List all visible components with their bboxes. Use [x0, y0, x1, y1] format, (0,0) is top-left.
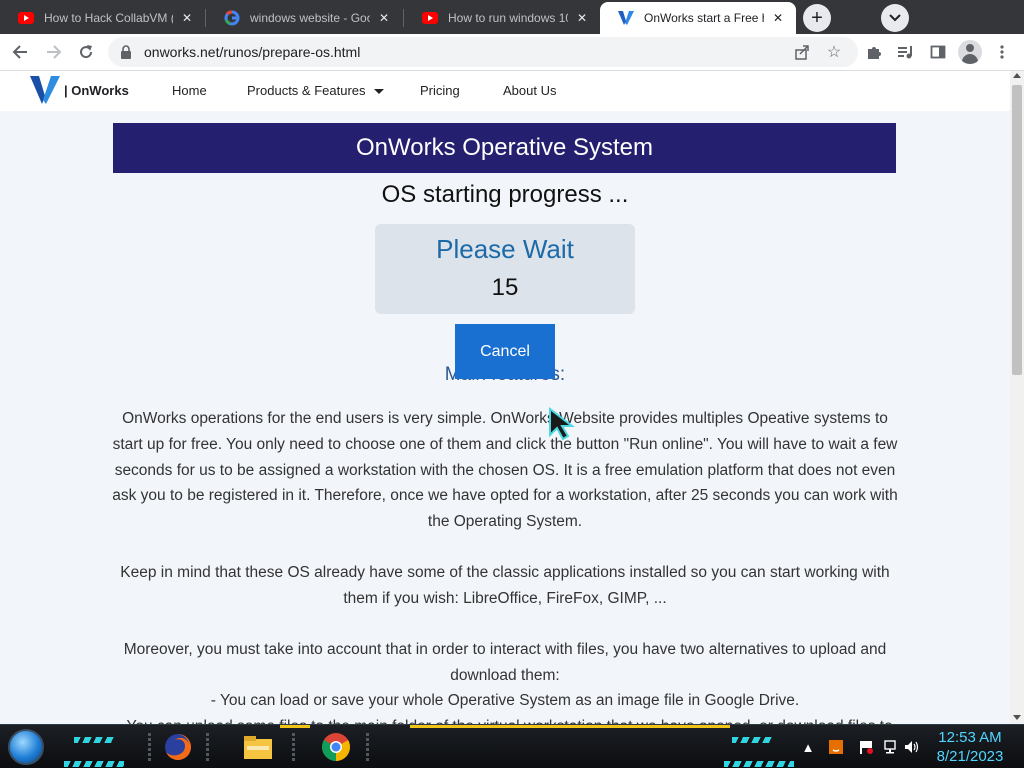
wait-box: Please Wait 15 [375, 224, 635, 314]
profile-avatar[interactable] [958, 40, 982, 64]
chevron-down-icon [889, 14, 901, 22]
files-paragraph: Moreover, you must take into account tha… [123, 641, 887, 684]
reload-button[interactable] [72, 38, 100, 66]
drive-paragraph: - You can load or save your whole Operat… [210, 692, 800, 709]
nav-pricing[interactable]: Pricing [420, 83, 460, 98]
extensions-puzzle-icon[interactable] [862, 40, 886, 64]
close-icon[interactable]: ✕ [574, 10, 590, 26]
action-center-flag-icon[interactable] [858, 739, 874, 755]
menu-kebab-icon[interactable] [990, 40, 1014, 64]
taskbar: ▲ 12:53 AM 8/21/2023 [0, 724, 1024, 768]
taskbar-divider [148, 733, 151, 761]
taskbar-divider [292, 733, 295, 761]
url-text: onworks.net/runos/prepare-os.html [144, 44, 361, 60]
wait-label: Please Wait [436, 234, 574, 264]
tab-title: How to Hack CollabVM (F [44, 11, 173, 25]
tab-collabvm[interactable]: How to Hack CollabVM (F ✕ [0, 2, 205, 34]
new-tab-button[interactable]: + [803, 4, 831, 32]
page-scrollbar[interactable] [1010, 71, 1024, 724]
taskbar-divider [206, 733, 209, 761]
file-explorer-icon[interactable] [242, 731, 274, 763]
browser-toolbar: onworks.net/runos/prepare-os.html ☆ [0, 34, 1024, 71]
share-icon[interactable] [792, 42, 812, 62]
close-icon[interactable]: ✕ [376, 10, 392, 26]
upload-paragraph: - You can upload some files to the main … [105, 714, 905, 724]
taskbar-decoration [74, 737, 114, 743]
forward-button[interactable] [40, 38, 68, 66]
onworks-logo-icon [30, 76, 60, 104]
google-icon [224, 10, 240, 26]
address-bar[interactable]: onworks.net/runos/prepare-os.html ☆ [108, 37, 858, 67]
countdown-value: 15 [491, 274, 519, 301]
taskbar-decoration [732, 737, 772, 743]
site-navbar: | OnWorks Home Products & Features Prici… [0, 71, 1010, 111]
taskbar-divider [366, 733, 369, 761]
start-button[interactable] [8, 729, 44, 765]
page-content: OnWorks Operative System OS starting pro… [0, 111, 1010, 724]
java-update-icon[interactable] [828, 739, 844, 755]
show-hidden-icons-icon[interactable]: ▲ [800, 739, 816, 755]
bookmark-star-icon[interactable]: ☆ [824, 42, 844, 62]
close-icon[interactable]: ✕ [179, 10, 195, 26]
nav-products-features[interactable]: Products & Features [247, 83, 384, 98]
close-icon[interactable]: ✕ [770, 10, 786, 26]
scrollbar-thumb[interactable] [1012, 85, 1022, 375]
nav-home[interactable]: Home [172, 83, 207, 98]
onworks-logo[interactable]: | OnWorks [30, 75, 129, 105]
back-arrow-icon [12, 45, 27, 59]
clock-time: 12:53 AM [938, 729, 1002, 746]
scroll-up-arrow-icon[interactable] [1013, 73, 1021, 78]
tab-run-windows[interactable]: How to run windows 10 ✕ [404, 2, 600, 34]
taskbar-decoration [64, 761, 124, 767]
taskbar-decoration [410, 725, 730, 728]
onworks-icon [618, 10, 634, 26]
progress-title: OS starting progress ... [381, 181, 629, 208]
browser-tab-strip: How to Hack CollabVM (F ✕ windows websit… [0, 0, 1024, 34]
logo-text: | OnWorks [64, 82, 129, 98]
reload-icon [80, 45, 93, 59]
chrome-icon[interactable] [320, 731, 352, 763]
media-controls-icon[interactable] [894, 40, 918, 64]
youtube-icon [422, 10, 438, 26]
tab-title: How to run windows 10 [448, 11, 568, 25]
youtube-icon [18, 10, 34, 26]
tab-title: windows website - Goog [250, 11, 370, 25]
mouse-cursor-icon [549, 407, 575, 441]
clock-date: 8/21/2023 [936, 748, 1004, 765]
taskbar-decoration [724, 761, 794, 767]
apps-paragraph: Keep in mind that these OS already have … [120, 564, 890, 607]
lock-icon [121, 45, 131, 59]
system-clock[interactable]: 12:53 AM 8/21/2023 [930, 728, 1010, 766]
side-panel-icon[interactable] [926, 40, 950, 64]
back-button[interactable] [6, 38, 34, 66]
taskbar-decoration [280, 725, 310, 728]
tab-onworks[interactable]: OnWorks start a Free hos ✕ [600, 2, 796, 34]
nav-about-us[interactable]: About Us [503, 83, 556, 98]
volume-icon[interactable] [904, 739, 920, 755]
tab-google-search[interactable]: windows website - Goog ✕ [206, 2, 402, 34]
nav-products-label: Products & Features [247, 83, 366, 98]
page-title: OnWorks Operative System [113, 123, 896, 173]
firefox-icon[interactable] [162, 731, 194, 763]
intro-paragraph: OnWorks operations for the end users is … [112, 410, 898, 531]
cancel-button[interactable]: Cancel [455, 324, 555, 379]
scroll-down-arrow-icon[interactable] [1013, 715, 1021, 720]
network-icon[interactable] [882, 739, 898, 755]
forward-arrow-icon [47, 45, 62, 59]
tab-title: OnWorks start a Free hos [644, 11, 764, 25]
tab-search-button[interactable] [881, 4, 909, 32]
caret-down-icon [373, 89, 384, 95]
